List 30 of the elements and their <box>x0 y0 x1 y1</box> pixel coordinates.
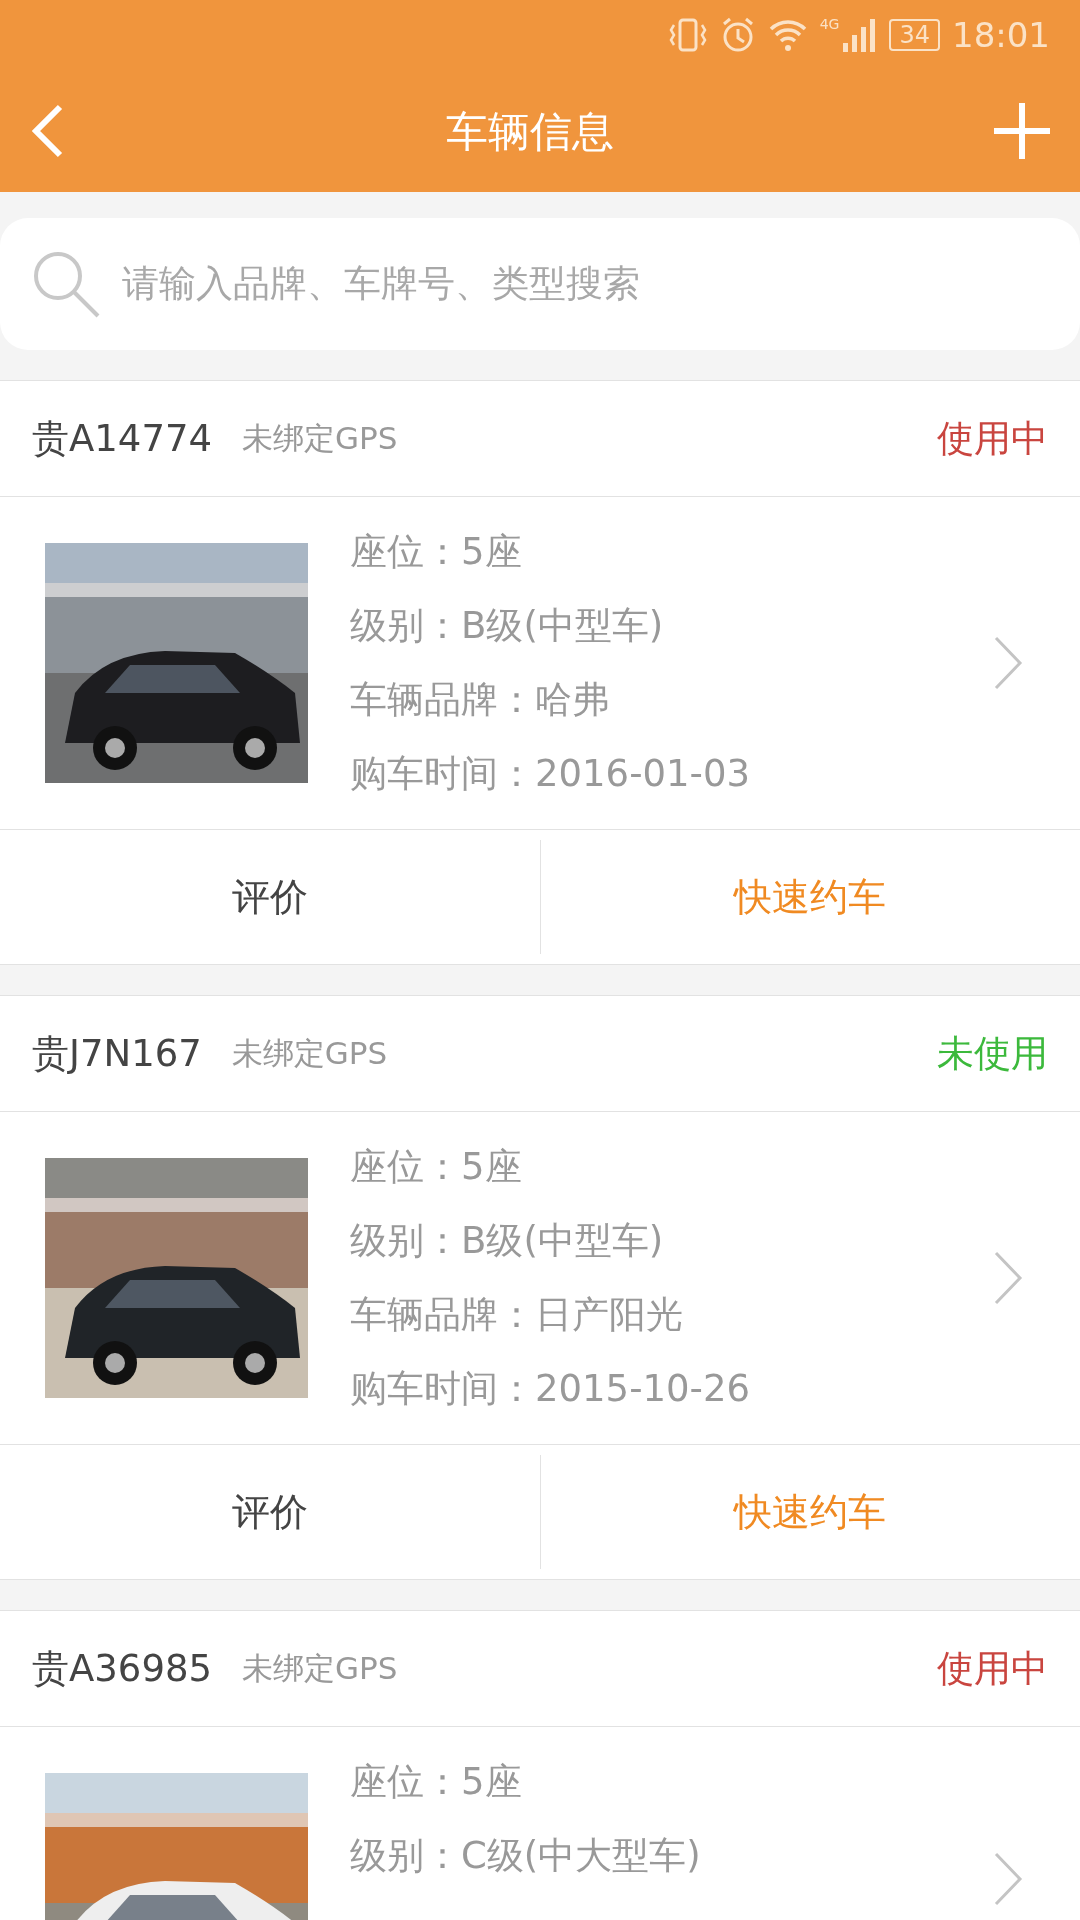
signal-icon <box>841 17 878 53</box>
usage-status: 使用中 <box>937 415 1048 462</box>
network-label: 4G <box>819 15 840 34</box>
add-button[interactable] <box>992 101 1052 161</box>
detail-line: 级别：B级(中型车) <box>350 1218 665 1264</box>
clock-time: 18:01 <box>952 13 1050 57</box>
gps-status: 未绑定GPS <box>231 1034 388 1074</box>
search-field[interactable]: 请输入品牌、车牌号、类型搜索 <box>0 218 1080 350</box>
chevron-right-icon[interactable] <box>993 1250 1023 1306</box>
detail-line: 座位：5座 <box>350 1144 523 1190</box>
usage-status: 使用中 <box>937 1645 1048 1692</box>
detail-line: 座位：5座 <box>350 529 523 575</box>
usage-status: 未使用 <box>937 1030 1048 1077</box>
battery-indicator: 34 <box>889 19 940 51</box>
detail-line: 座位：5座 <box>350 1759 523 1805</box>
plate-number: 贵A36985 <box>32 1645 212 1692</box>
detail-line: 车辆品牌：日产阳光 <box>350 1292 684 1338</box>
detail-line: 车辆品牌：哈弗 <box>350 677 610 723</box>
gps-status: 未绑定GPS <box>242 419 398 459</box>
plate-number: 贵A14774 <box>32 415 212 462</box>
chevron-right-icon[interactable] <box>993 1851 1023 1907</box>
detail-line: 购车时间：2016-01-03 <box>350 751 752 797</box>
detail-line: 级别：C级(中大型车) <box>350 1833 702 1879</box>
gps-status: 未绑定GPS <box>242 1649 398 1689</box>
search-input[interactable]: 请输入品牌、车牌号、类型搜索 <box>120 255 1050 313</box>
plate-number: 贵J7N167 <box>32 1030 202 1077</box>
detail-line: 购车时间：2015-10-26 <box>350 1366 752 1412</box>
chevron-right-icon[interactable] <box>993 635 1023 691</box>
detail-line: 级别：B级(中型车) <box>350 603 665 649</box>
page-title: 车辆信息 <box>446 105 614 158</box>
